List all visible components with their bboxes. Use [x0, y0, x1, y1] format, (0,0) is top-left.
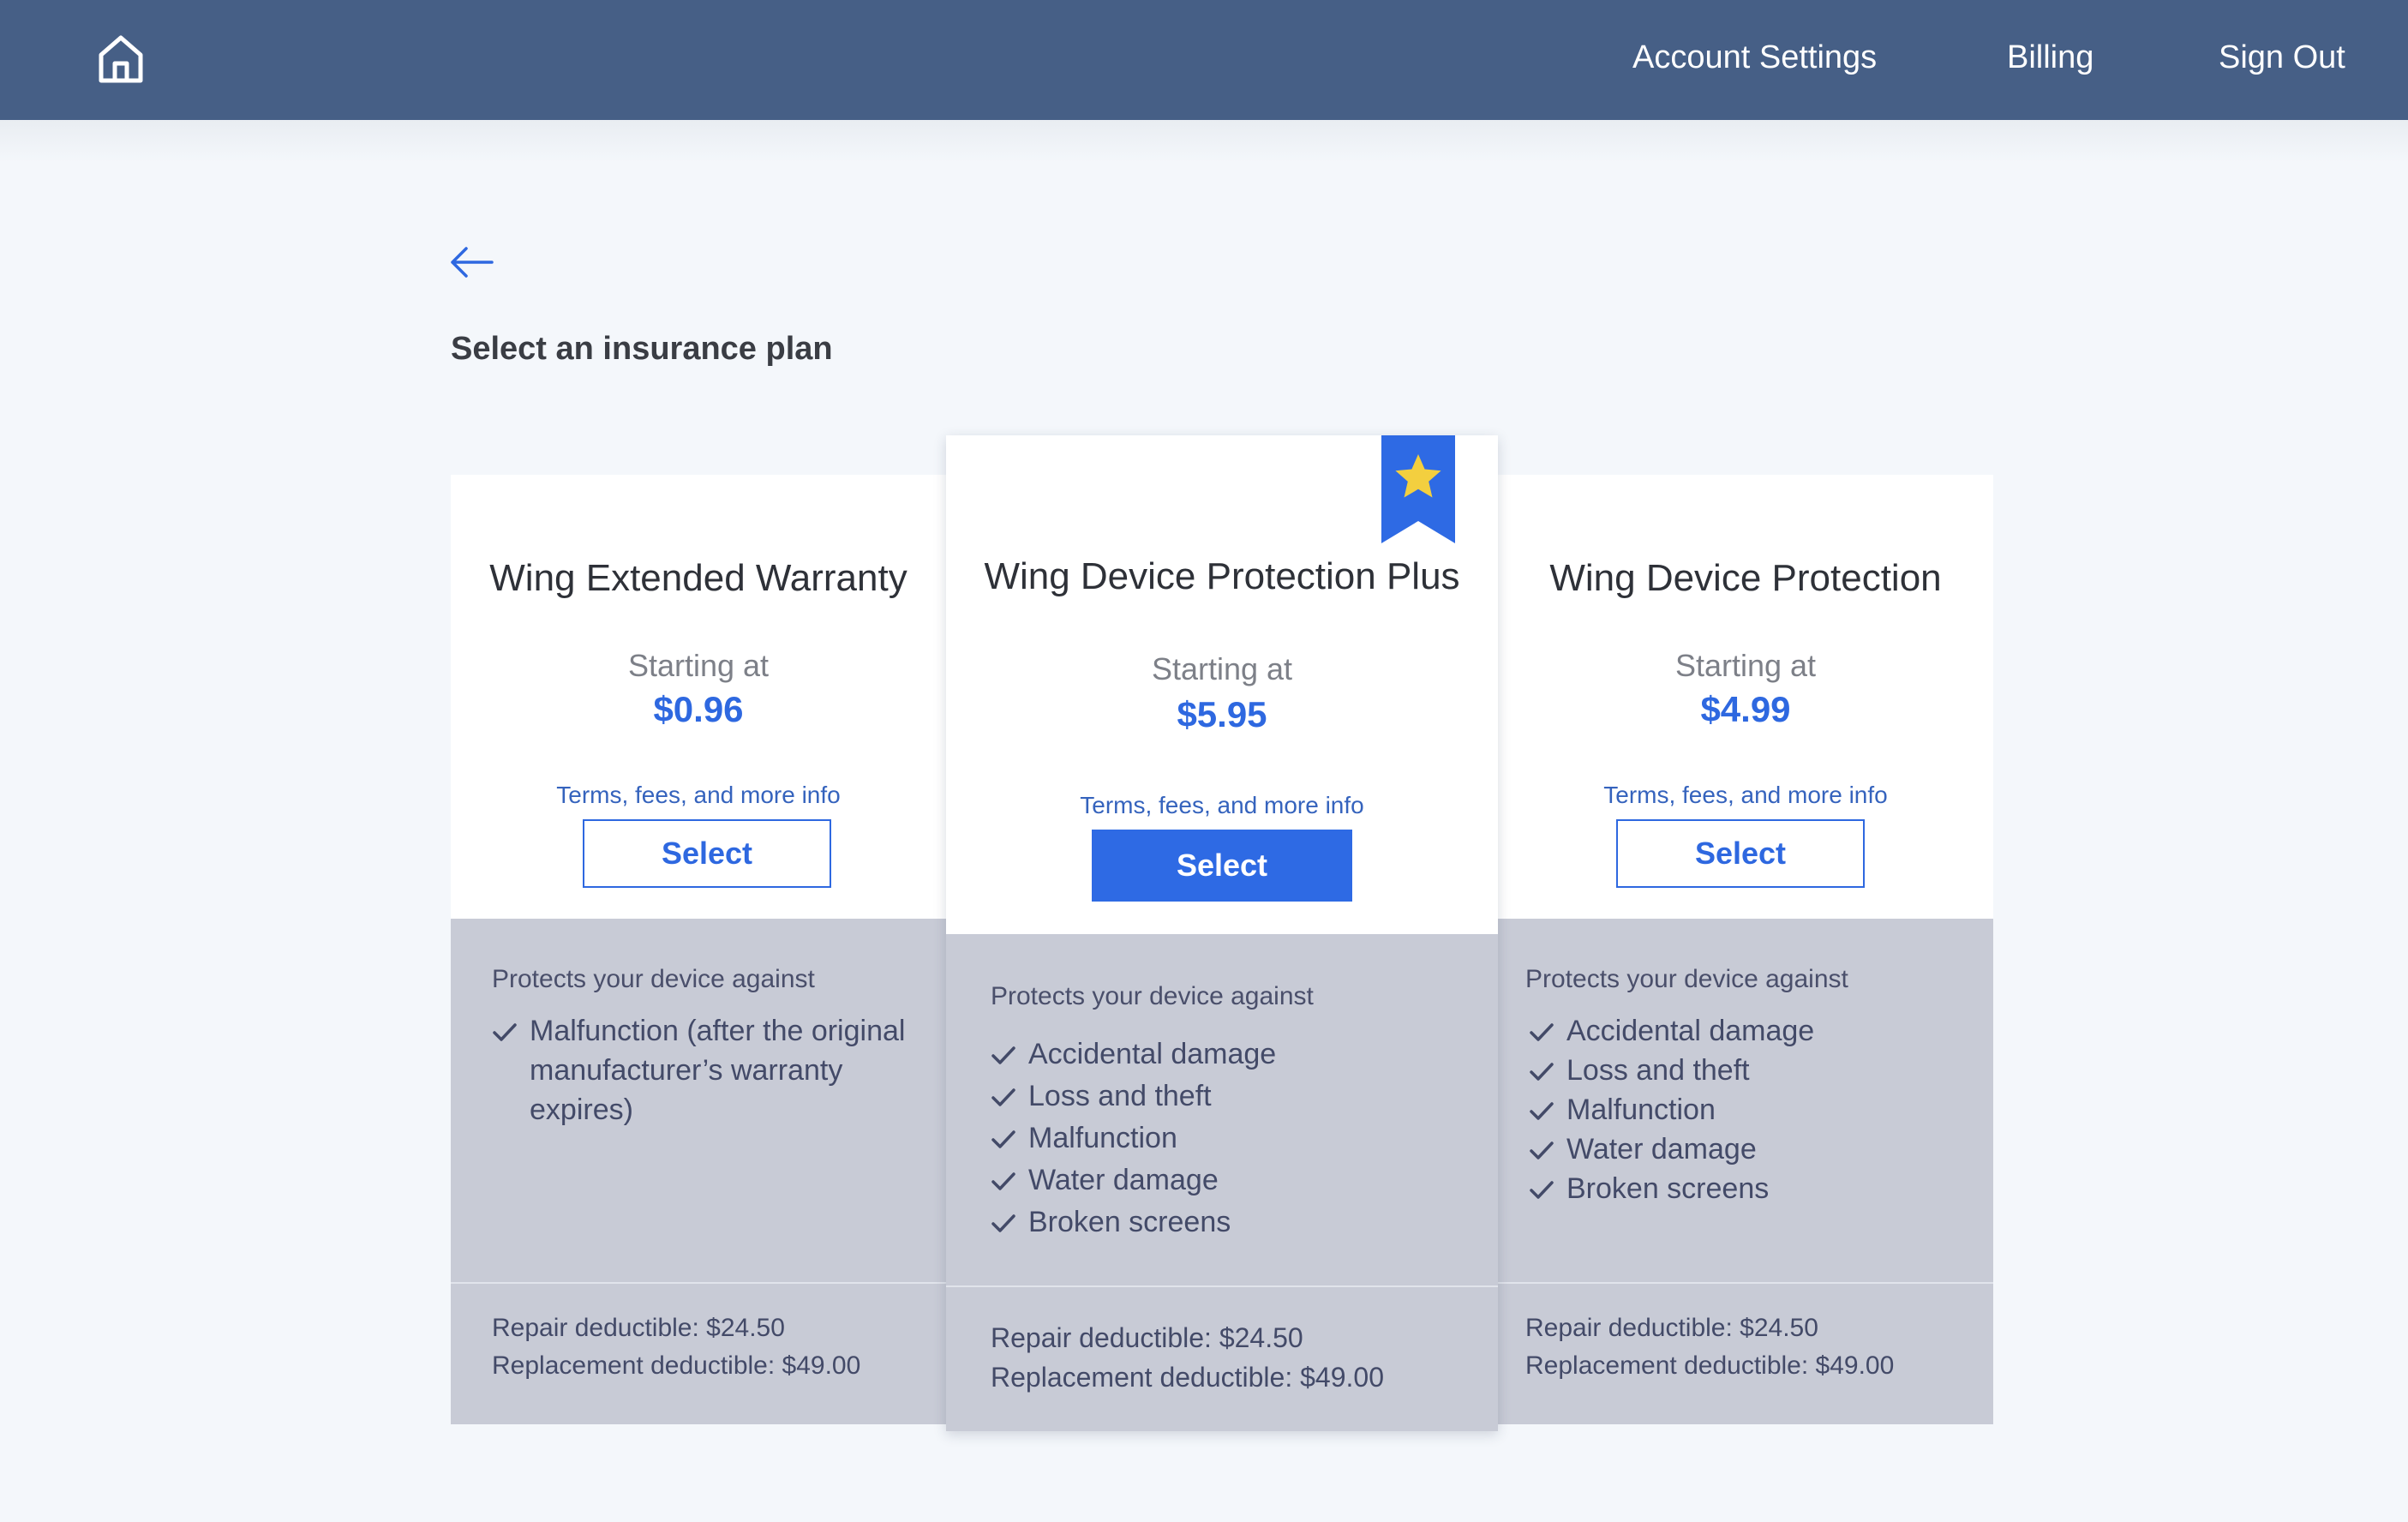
plan-name: Wing Extended Warranty	[489, 557, 907, 599]
coverage-item-label: Accidental damage	[1566, 1015, 1815, 1047]
page-title: Select an insurance plan	[451, 331, 833, 367]
coverage-item-label: Water damage	[1566, 1133, 1757, 1165]
coverage-item: Loss and theft	[1529, 1051, 1974, 1090]
plan-card-device-protection-plus: Wing Device Protection Plus Starting at …	[946, 435, 1498, 1431]
coverage-panel: Protects your device against Accidental …	[946, 934, 1498, 1285]
coverage-item-label: Loss and theft	[1566, 1054, 1750, 1087]
star-ribbon-icon	[1381, 435, 1455, 543]
plan-price: $5.95	[1177, 694, 1267, 734]
plan-price: $0.96	[653, 689, 744, 729]
coverage-panel: Protects your device against Accidental …	[1498, 919, 1993, 1282]
coverage-item: Accidental damage	[991, 1034, 1471, 1076]
nav-sign-out[interactable]: Sign Out	[2219, 0, 2345, 120]
starting-at-label: Starting at	[1674, 648, 1817, 683]
check-icon	[1530, 1063, 1554, 1081]
coverage-item-label: Broken screens	[1028, 1206, 1231, 1238]
coverage-item-label: Loss and theft	[1028, 1080, 1212, 1112]
coverage-item-label: Malfunction	[1566, 1094, 1716, 1126]
plan-name: Wing Device Protection	[1549, 557, 1942, 599]
plan-card-device-protection: Wing Device Protection Starting at $4.99…	[1498, 475, 1993, 1424]
deductibles: Repair deductible: $24.50 Replacement de…	[991, 1318, 1384, 1397]
coverage-item-label: Malfunction	[1028, 1122, 1177, 1154]
check-icon	[991, 1214, 1015, 1232]
starting-at-label: Starting at	[1151, 651, 1293, 686]
deductibles: Repair deductible: $24.50 Replacement de…	[492, 1309, 860, 1385]
plan-name: Wing Device Protection Plus	[984, 555, 1460, 597]
check-icon	[1530, 1181, 1554, 1199]
check-icon	[991, 1172, 1015, 1190]
check-icon	[991, 1088, 1015, 1106]
select-button[interactable]: Select	[1616, 819, 1865, 888]
coverage-list: Accidental damage Loss and theft Malfunc…	[991, 1034, 1471, 1243]
plan-card-header: Wing Device Protection Starting at $4.99…	[1498, 475, 1993, 919]
coverage-item: Malfunction	[991, 1118, 1471, 1159]
starting-at-label: Starting at	[627, 648, 770, 683]
coverage-item: Broken screens	[1529, 1169, 1974, 1208]
check-icon	[991, 1130, 1015, 1148]
coverage-item-label: Accidental damage	[1028, 1038, 1277, 1070]
plan-card-extended-warranty: Wing Extended Warranty Starting at $0.96…	[451, 475, 946, 1424]
coverage-panel: Protects your device against Malfunction…	[451, 919, 946, 1282]
select-button[interactable]: Select	[583, 819, 831, 888]
coverage-item: Loss and theft	[991, 1076, 1471, 1118]
coverage-item: Malfunction (after the original manufact…	[492, 1011, 937, 1130]
check-icon	[493, 1023, 517, 1041]
terms-link[interactable]: Terms, fees, and more info	[946, 792, 1498, 819]
coverage-item-label: Broken screens	[1566, 1172, 1770, 1205]
coverage-list: Malfunction (after the original manufact…	[492, 1011, 937, 1130]
terms-link[interactable]: Terms, fees, and more info	[451, 782, 946, 809]
nav-billing[interactable]: Billing	[2007, 0, 2094, 120]
select-button[interactable]: Select	[1092, 830, 1352, 902]
top-nav-bar: Account Settings Billing Sign Out	[0, 0, 2408, 120]
check-icon	[1530, 1102, 1554, 1120]
coverage-list: Accidental damage Loss and theft Malfunc…	[1529, 1011, 1974, 1208]
coverage-item: Water damage	[991, 1159, 1471, 1201]
protects-heading: Protects your device against	[991, 982, 1314, 1010]
repair-deductible: Repair deductible: $24.50	[991, 1322, 1303, 1353]
coverage-item-label: Malfunction (after the original manufact…	[530, 1015, 906, 1126]
header-shadow	[0, 120, 2408, 163]
check-icon	[1530, 1142, 1554, 1159]
deductibles-panel: Repair deductible: $24.50 Replacement de…	[451, 1282, 946, 1424]
plan-card-header: Wing Device Protection Plus Starting at …	[946, 435, 1498, 934]
back-arrow-icon[interactable]	[447, 243, 495, 281]
protects-heading: Protects your device against	[1525, 965, 1848, 993]
check-icon	[991, 1046, 1015, 1064]
check-icon	[1530, 1023, 1554, 1041]
plan-card-header: Wing Extended Warranty Starting at $0.96…	[451, 475, 946, 919]
home-icon[interactable]	[96, 33, 146, 86]
replacement-deductible: Replacement deductible: $49.00	[991, 1362, 1384, 1393]
plan-price: $4.99	[1700, 689, 1791, 729]
deductibles: Repair deductible: $24.50 Replacement de…	[1525, 1309, 1894, 1385]
replacement-deductible: Replacement deductible: $49.00	[1525, 1351, 1895, 1380]
nav-account-settings[interactable]: Account Settings	[1632, 0, 1877, 120]
terms-link[interactable]: Terms, fees, and more info	[1498, 782, 1993, 809]
coverage-item: Broken screens	[991, 1201, 1471, 1243]
deductibles-panel: Repair deductible: $24.50 Replacement de…	[946, 1285, 1498, 1431]
repair-deductible: Repair deductible: $24.50	[492, 1314, 785, 1342]
coverage-item: Water damage	[1529, 1130, 1974, 1169]
deductibles-panel: Repair deductible: $24.50 Replacement de…	[1498, 1282, 1993, 1424]
coverage-item: Malfunction	[1529, 1090, 1974, 1130]
coverage-item: Accidental damage	[1529, 1011, 1974, 1051]
replacement-deductible: Replacement deductible: $49.00	[492, 1351, 861, 1380]
coverage-item-label: Water damage	[1028, 1164, 1219, 1196]
protects-heading: Protects your device against	[492, 965, 815, 993]
repair-deductible: Repair deductible: $24.50	[1525, 1314, 1818, 1342]
